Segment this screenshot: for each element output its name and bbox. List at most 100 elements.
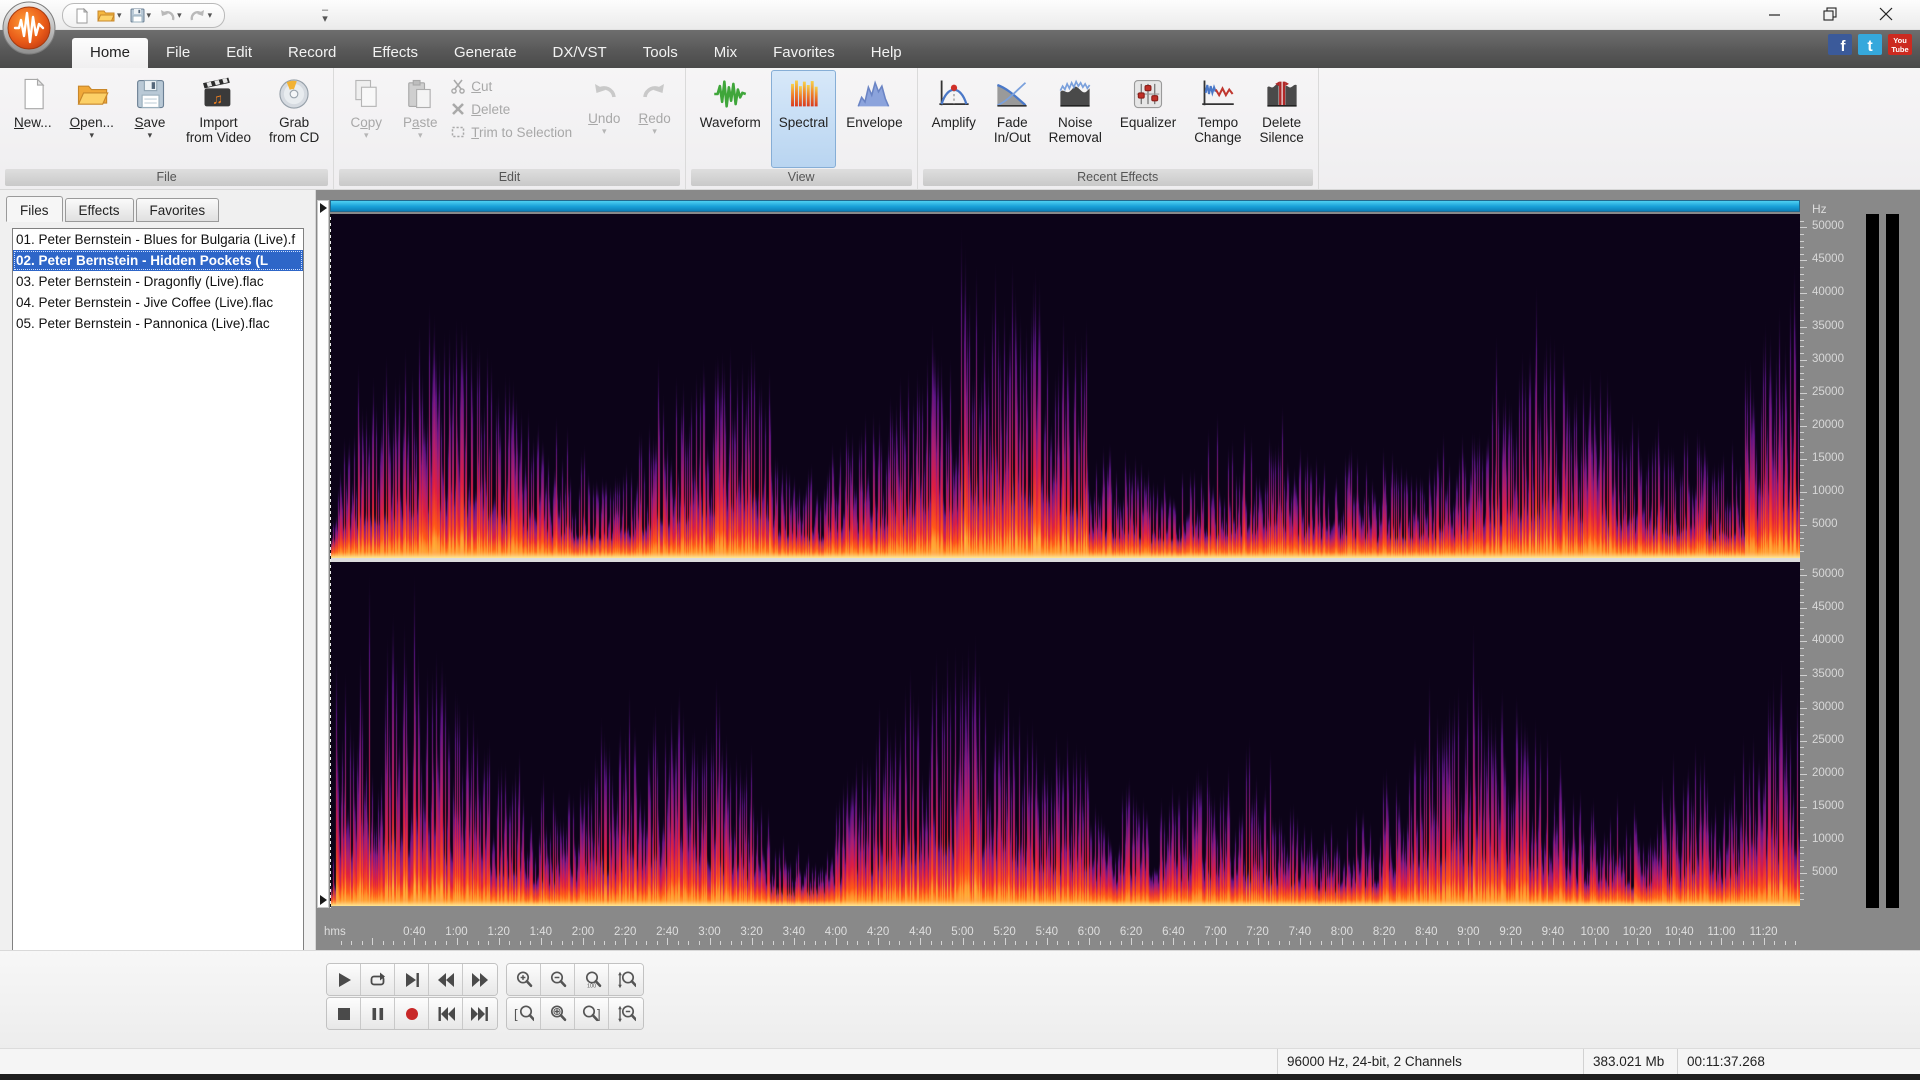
- twitter-icon[interactable]: t: [1858, 34, 1882, 55]
- file-list-item[interactable]: 04. Peter Bernstein - Jive Coffee (Live)…: [13, 292, 303, 313]
- zoom-to-selection-icon: [550, 1004, 566, 1021]
- ruler-tick: [962, 938, 964, 945]
- import-from-video-button[interactable]: ♫ Import from Video: [178, 70, 259, 168]
- waveform-button[interactable]: Waveform: [692, 70, 769, 168]
- dropdown-caret-icon[interactable]: ▾: [89, 131, 94, 140]
- play-next-button[interactable]: [395, 964, 429, 995]
- tab-dx-vst[interactable]: DX/VST: [535, 38, 625, 68]
- file-list-item[interactable]: 01. Peter Bernstein - Blues for Bulgaria…: [13, 229, 303, 250]
- rewind-button[interactable]: [429, 964, 463, 995]
- freq-tick: [1800, 846, 1804, 848]
- freq-tick: [1800, 628, 1804, 630]
- qat-customize-button[interactable]: – ▾: [322, 5, 328, 25]
- ruler-label: 7:20: [1246, 926, 1269, 938]
- qat-undo-dropdown-caret[interactable]: ▾: [177, 10, 182, 21]
- minimize-button[interactable]: [1746, 0, 1802, 28]
- zoom-to-selection-button[interactable]: [541, 998, 575, 1029]
- dropdown-caret-icon[interactable]: ▾: [148, 131, 153, 140]
- tab-home[interactable]: Home: [72, 38, 149, 68]
- freq-tick: [1800, 319, 1804, 321]
- playhead-cursor[interactable]: [330, 214, 331, 908]
- forward-button[interactable]: [463, 964, 497, 995]
- record-button[interactable]: [395, 998, 429, 1029]
- delete-silence-button[interactable]: Delete Silence: [1251, 70, 1311, 168]
- panel-tab-favorites[interactable]: Favorites: [135, 198, 220, 222]
- zoom-vertical-out-button[interactable]: [609, 998, 643, 1029]
- freq-tick: [1800, 313, 1804, 315]
- fade-in-out-button[interactable]: Fade In/Out: [986, 70, 1039, 168]
- file-list-item[interactable]: 05. Peter Bernstein - Pannonica (Live).f…: [13, 313, 303, 334]
- qat-open-dropdown-caret[interactable]: ▾: [117, 10, 122, 21]
- envelope-button[interactable]: Envelope: [838, 70, 910, 168]
- panel-tab-files[interactable]: Files: [6, 196, 63, 222]
- app-logo-button[interactable]: [2, 1, 56, 55]
- zoom-selection-end-button[interactable]: ]: [575, 998, 609, 1029]
- view-end-marker-icon[interactable]: [320, 895, 327, 905]
- spectrogram-channel-1[interactable]: [330, 214, 1800, 558]
- zoom-vertical-in-button[interactable]: [609, 964, 643, 995]
- waveform-icon: [714, 80, 747, 108]
- tab-mix[interactable]: Mix: [696, 38, 755, 68]
- file-list-item[interactable]: 02. Peter Bernstein - Hidden Pockets (L: [13, 250, 303, 271]
- loop-button[interactable]: [361, 964, 395, 995]
- ruler-tick: [667, 938, 669, 945]
- tab-help[interactable]: Help: [853, 38, 920, 68]
- freq-tick: [1800, 879, 1804, 881]
- ribbon-group-label: Recent Effects: [922, 169, 1313, 186]
- zoom-out-button[interactable]: [541, 964, 575, 995]
- stop-button[interactable]: [327, 998, 361, 1029]
- facebook-icon[interactable]: f: [1828, 34, 1852, 55]
- zoom-selection-start-button[interactable]: [: [507, 998, 541, 1029]
- equalizer-button[interactable]: Equalizer: [1112, 70, 1184, 168]
- go-end-button[interactable]: [463, 998, 497, 1029]
- tab-favorites[interactable]: Favorites: [755, 38, 853, 68]
- tab-record[interactable]: Record: [270, 38, 354, 68]
- freq-tick: [1800, 419, 1804, 421]
- qat-undo-button[interactable]: ▾: [157, 8, 184, 24]
- ruler-label: 6:00: [1077, 926, 1101, 938]
- freq-tick: [1800, 786, 1804, 788]
- amplify-button[interactable]: Amplify: [924, 70, 984, 168]
- play-button[interactable]: [327, 964, 361, 995]
- files-panel: Files Effects Favorites 01. Peter Bernstei…: [0, 190, 316, 1050]
- panel-tab-effects[interactable]: Effects: [64, 198, 134, 222]
- spectrogram-channel-2[interactable]: [330, 562, 1800, 906]
- qat-open-button[interactable]: ▾: [95, 7, 124, 24]
- zoom-100-button[interactable]: 100: [575, 964, 609, 995]
- spectral-button[interactable]: Spectral: [770, 70, 837, 168]
- close-button[interactable]: [1858, 0, 1914, 28]
- ruler-tick: [1415, 941, 1417, 945]
- view-start-marker-icon[interactable]: [320, 203, 327, 213]
- overview-position-bar[interactable]: [330, 200, 1800, 212]
- zoom-in-button[interactable]: [507, 964, 541, 995]
- tab-generate[interactable]: Generate: [436, 38, 535, 68]
- qat-redo-button[interactable]: ▾: [188, 8, 215, 24]
- tab-tools[interactable]: Tools: [625, 38, 696, 68]
- button-label: Copy: [350, 115, 382, 130]
- open--button[interactable]: Open... ▾: [62, 70, 122, 168]
- svg-text:t: t: [1867, 38, 1873, 55]
- tab-edit[interactable]: Edit: [208, 38, 270, 68]
- file-list-item[interactable]: 03. Peter Bernstein - Dragonfly (Live).f…: [13, 271, 303, 292]
- qat-redo-dropdown-caret[interactable]: ▾: [208, 10, 213, 21]
- tab-file[interactable]: File: [148, 38, 208, 68]
- grab-from-cd-button[interactable]: Grab from CD: [261, 70, 327, 168]
- noise-removal-button[interactable]: Noise Removal: [1041, 70, 1110, 168]
- pause-button[interactable]: [361, 998, 395, 1029]
- new--button[interactable]: New...: [6, 70, 60, 168]
- qat-save-dropdown-caret[interactable]: ▾: [147, 10, 152, 21]
- youtube-icon[interactable]: YouTube: [1888, 34, 1912, 55]
- ruler-tick: [930, 941, 932, 945]
- play-next-icon: [405, 972, 419, 987]
- maximize-button[interactable]: [1802, 0, 1858, 28]
- button-label: Open...: [69, 115, 114, 130]
- zoom-100-icon: 100: [585, 970, 601, 989]
- tab-effects[interactable]: Effects: [354, 38, 436, 68]
- tempo-change-button[interactable]: Tempo Change: [1186, 70, 1249, 168]
- new-file-icon: [24, 78, 45, 110]
- ribbon-group-view: Waveform Spectral Envelope View: [686, 68, 918, 189]
- save-button[interactable]: Save ▾: [124, 70, 176, 168]
- qat-new-document-button[interactable]: [73, 7, 91, 25]
- go-start-button[interactable]: [429, 998, 463, 1029]
- qat-save-button[interactable]: ▾: [128, 7, 154, 24]
